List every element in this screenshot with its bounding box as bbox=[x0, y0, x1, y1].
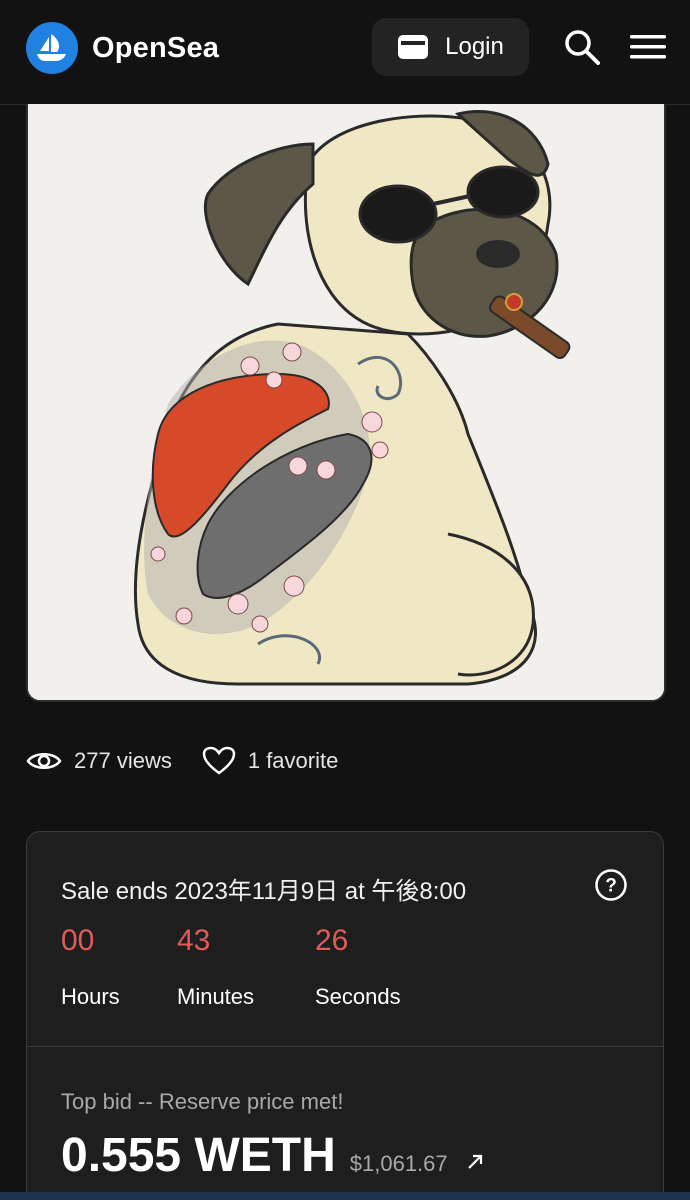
asset-image[interactable] bbox=[26, 104, 666, 702]
search-icon[interactable] bbox=[563, 28, 601, 66]
minutes-label: Minutes bbox=[177, 984, 255, 1009]
countdown-seconds: 26 Seconds bbox=[315, 924, 401, 1010]
minutes-value: 43 bbox=[177, 924, 211, 957]
pug-nft-artwork bbox=[28, 104, 664, 700]
bottom-bar-edge bbox=[0, 1192, 690, 1200]
countdown-hours: 00 Hours bbox=[61, 924, 177, 1010]
hamburger-menu-icon[interactable] bbox=[629, 32, 667, 62]
top-bid-price-row: 0.555 WETH $1,061.67 bbox=[61, 1128, 484, 1183]
top-navbar: OpenSea Login bbox=[0, 0, 690, 105]
countdown-timer: 00 Hours 43 Minutes 26 Seconds bbox=[61, 924, 401, 1010]
views-label: 277 views bbox=[74, 748, 172, 773]
home-logo-link[interactable]: OpenSea bbox=[26, 22, 219, 74]
asset-page: OpenSea Login 277 views 1 favorite Sale … bbox=[0, 0, 690, 1200]
top-bid-label: Top bid -- Reserve price met! bbox=[61, 1089, 344, 1114]
hours-value: 00 bbox=[61, 924, 95, 957]
divider bbox=[27, 1046, 663, 1047]
svg-text:?: ? bbox=[605, 876, 617, 897]
top-bid-usd: $1,061.67 bbox=[349, 1151, 448, 1176]
seconds-value: 26 bbox=[315, 924, 349, 957]
views-count: 277 views bbox=[26, 748, 172, 774]
wallet-icon bbox=[398, 35, 429, 59]
sale-panel: Sale ends 2023年11月9日 at 午後8:00 ? 00 Hour… bbox=[26, 831, 664, 1200]
hours-label: Hours bbox=[61, 984, 120, 1009]
external-link-icon[interactable] bbox=[466, 1153, 484, 1171]
sale-ends-text: Sale ends 2023年11月9日 at 午後8:00 bbox=[61, 878, 467, 905]
countdown-minutes: 43 Minutes bbox=[177, 924, 315, 1010]
heart-icon bbox=[202, 746, 236, 775]
favorites-label: 1 favorite bbox=[247, 748, 339, 773]
opensea-logo-icon bbox=[26, 22, 78, 74]
question-circle-icon[interactable]: ? bbox=[594, 868, 628, 902]
eye-icon bbox=[26, 753, 62, 769]
login-label: Login bbox=[445, 33, 504, 60]
top-bid-price: 0.555 WETH bbox=[61, 1129, 336, 1182]
asset-stats: 277 views 1 favorite bbox=[26, 746, 338, 776]
seconds-label: Seconds bbox=[315, 984, 401, 1009]
favorites-count[interactable]: 1 favorite bbox=[202, 746, 339, 776]
brand-name: OpenSea bbox=[92, 31, 220, 64]
login-button[interactable]: Login bbox=[372, 18, 529, 76]
